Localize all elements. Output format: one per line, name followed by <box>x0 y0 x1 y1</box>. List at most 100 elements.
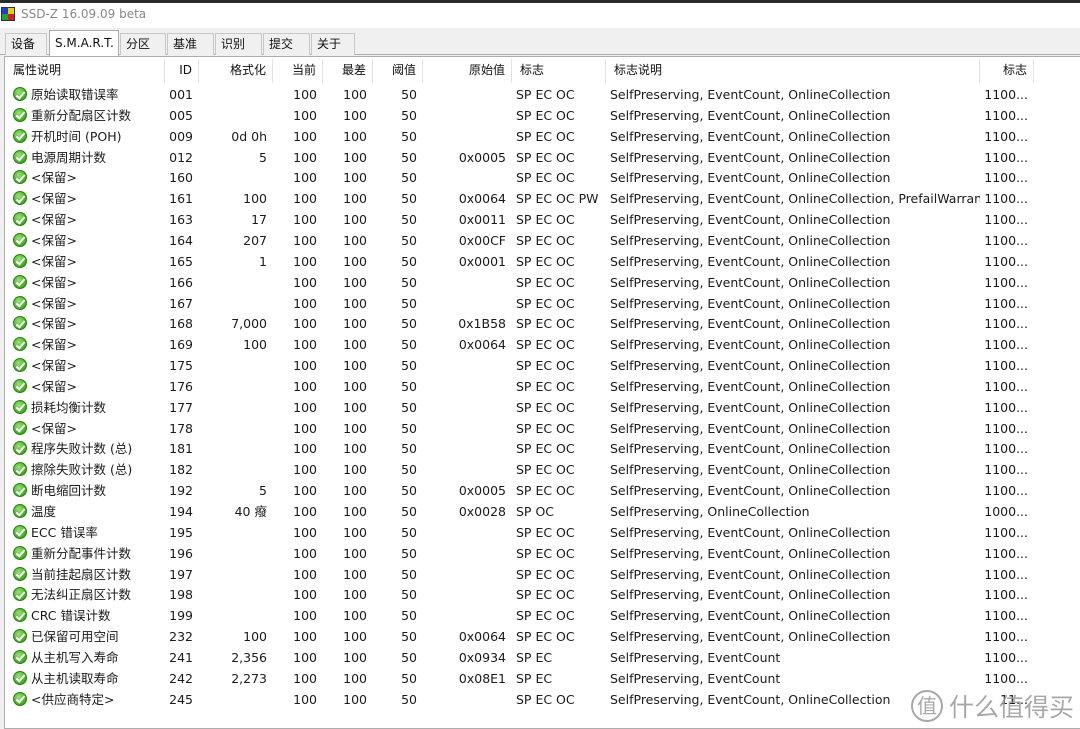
threshold-cell: 50 <box>401 128 417 144</box>
table-row[interactable]: 断电缩回计数 192 5 100 100 50 0x0005 SP EC OC SelfPres… <box>5 480 1080 501</box>
table-row[interactable]: 原始读取错误率 001 100 100 50 SP EC OC SelfPreserving… <box>5 84 1080 105</box>
flag-description-cell: SelfPreserving, EventCount, OnlineCollec… <box>610 253 891 269</box>
check-circle-icon <box>13 545 27 560</box>
worst-cell: 100 <box>343 87 367 102</box>
check-circle-icon <box>13 629 27 644</box>
table-row[interactable]: 温度 194 40 癈 100 100 50 0x0028 SP OC SelfPreservi… <box>5 501 1080 522</box>
attribute-cell: <保留> <box>31 420 77 436</box>
id-cell: 164 <box>169 232 193 248</box>
id-cell: 001 <box>169 87 193 102</box>
current-cell: 100 <box>293 629 317 645</box>
tab-partition[interactable]: 分区 <box>120 33 166 55</box>
col-flags-header[interactable]: 标志 <box>512 59 606 83</box>
raw-value-cell <box>423 84 512 105</box>
table-row[interactable]: 无法纠正扇区计数 198 100 100 50 SP EC OC SelfPreservin… <box>5 584 1080 605</box>
raw-value-cell <box>423 605 512 626</box>
table-row[interactable]: ECC 错误率 195 100 100 50 SP EC OC SelfPreserving… <box>5 522 1080 543</box>
flags-cell: SP EC OC PW <box>516 191 599 207</box>
flags-bits-cell: 1000... <box>984 504 1028 519</box>
threshold-cell: 50 <box>401 87 417 102</box>
tab-about[interactable]: 关于 <box>311 33 355 55</box>
flag-description-cell: SelfPreserving, EventCount, OnlineCollec… <box>610 87 891 102</box>
watermark-text: 什么值得买 <box>948 693 1074 722</box>
table-row[interactable]: 重新分配事件计数 196 100 100 50 SP EC OC SelfPreservin… <box>5 543 1080 564</box>
threshold-cell: 50 <box>401 545 417 561</box>
col-raw-value-header[interactable]: 原始值 <box>423 59 512 83</box>
threshold-cell: 50 <box>401 670 417 686</box>
attribute-cell: 断电缩回计数 <box>31 483 107 499</box>
id-cell: 161 <box>169 191 193 207</box>
flag-description-cell: SelfPreserving, EventCount, OnlineCollec… <box>610 545 891 561</box>
flags-bits-cell: 1100... <box>984 274 1028 290</box>
table-row[interactable]: CRC 错误计数 199 100 100 50 SP EC OC SelfPreservin… <box>5 605 1080 626</box>
table-row[interactable]: <保留> 161 100 100 100 50 0x0064 SP EC OC PW SelfP… <box>5 188 1080 209</box>
table-row[interactable]: 当前挂起扇区计数 197 100 100 50 SP EC OC SelfPreservin… <box>5 564 1080 585</box>
col-threshold-header[interactable]: 阈值 <box>373 59 423 83</box>
table-row[interactable]: <保留> 169 100 100 100 50 0x0064 SP EC OC SelfPres… <box>5 334 1080 355</box>
check-circle-icon <box>13 274 27 289</box>
table-row[interactable]: <保留> 178 100 100 50 SP EC OC SelfPreserving, E… <box>5 418 1080 439</box>
col-worst-header[interactable]: 最差 <box>323 59 373 83</box>
table-row[interactable]: 程序失败计数 (总) 181 100 100 50 SP EC OC SelfPreserv… <box>5 438 1080 459</box>
flags-bits-cell: 1100... <box>984 107 1028 123</box>
tab-benchmark[interactable]: 基准 <box>167 33 214 55</box>
worst-cell: 100 <box>343 378 367 394</box>
col-formatted-header[interactable]: 格式化 <box>199 59 273 83</box>
tab-device[interactable]: 设备 <box>5 33 47 55</box>
tab-identify[interactable]: 识别 <box>215 33 262 55</box>
check-circle-icon <box>13 566 27 581</box>
formatted-cell: 0d 0h <box>231 128 267 144</box>
col-id-header[interactable]: ID <box>165 59 199 83</box>
table-header: 属性说明 ID 格式化 当前 最差 阈值 原始值 标志 标志说明 标志 <box>5 59 1080 83</box>
col-attribute-header[interactable]: 属性说明 <box>5 59 165 83</box>
formatted-cell <box>199 584 273 605</box>
table-row[interactable]: 开机时间 (POH) 009 0d 0h 100 100 50 SP EC OC SelfPr… <box>5 126 1080 147</box>
raw-value-cell <box>423 293 512 314</box>
raw-value-cell <box>423 418 512 439</box>
check-circle-icon <box>13 253 27 268</box>
current-cell: 100 <box>293 670 317 686</box>
raw-value-cell <box>423 167 512 188</box>
formatted-cell: 2,356 <box>231 649 267 665</box>
table-row[interactable]: 已保留可用空间 232 100 100 100 50 0x0064 SP EC OC SelfP… <box>5 626 1080 647</box>
worst-cell: 100 <box>343 441 367 457</box>
table-row[interactable]: <保留> 166 100 100 50 SP EC OC SelfPreserving, E… <box>5 272 1080 293</box>
formatted-cell <box>199 355 273 376</box>
table-row[interactable]: <保留> 176 100 100 50 SP EC OC SelfPreserving, E… <box>5 376 1080 397</box>
threshold-cell: 50 <box>401 441 417 457</box>
flags-bits-cell: 1100... <box>984 191 1028 207</box>
worst-cell: 100 <box>343 170 367 186</box>
threshold-cell: 50 <box>401 274 417 290</box>
smart-panel: 属性说明 ID 格式化 当前 最差 阈值 原始值 标志 标志说明 标志 原始读取错误率 001 100… <box>4 56 1080 729</box>
worst-cell: 100 <box>343 629 367 645</box>
flags-cell: SP EC OC <box>516 545 575 561</box>
table-row[interactable]: 从主机读取寿命 242 2,273 100 100 50 0x08E1 SP EC SelfPr… <box>5 668 1080 689</box>
flag-description-cell: SelfPreserving, EventCount, OnlineCollec… <box>610 629 891 645</box>
table-row[interactable]: 重新分配扇区计数 005 100 100 50 SP EC OC SelfPreservin… <box>5 105 1080 126</box>
tab-submit[interactable]: 提交 <box>263 33 310 55</box>
flags-cell: SP EC OC <box>516 566 575 582</box>
attribute-cell: 原始读取错误率 <box>31 87 119 102</box>
tab-smart[interactable]: S.M.A.R.T. <box>49 30 119 56</box>
flags-bits-cell: 1100... <box>984 212 1028 228</box>
table-row[interactable]: <保留> 167 100 100 50 SP EC OC SelfPreserving, E… <box>5 293 1080 314</box>
table-row[interactable]: <保留> 168 7,000 100 100 50 0x1B58 SP EC OC SelfPr… <box>5 313 1080 334</box>
col-flag-description-header[interactable]: 标志说明 <box>606 59 980 83</box>
table-row[interactable]: 从主机写入寿命 241 2,356 100 100 50 0x0934 SP EC SelfPr… <box>5 647 1080 668</box>
table-row[interactable]: 电源周期计数 012 5 100 100 50 0x0005 SP EC OC SelfPres… <box>5 147 1080 168</box>
formatted-cell <box>199 376 273 397</box>
table-row[interactable]: 擦除失败计数 (总) 182 100 100 50 SP EC OC SelfPreserv… <box>5 459 1080 480</box>
check-circle-icon <box>13 232 27 247</box>
table-row[interactable]: <保留> 160 100 100 50 SP EC OC SelfPreserving, E… <box>5 167 1080 188</box>
worst-cell: 100 <box>343 504 367 519</box>
worst-cell: 100 <box>343 399 367 415</box>
col-current-header[interactable]: 当前 <box>273 59 323 83</box>
id-cell: 232 <box>169 629 193 645</box>
table-row[interactable]: 损耗均衡计数 177 100 100 50 SP EC OC SelfPreserving,… <box>5 397 1080 418</box>
flags-cell: SP EC OC <box>516 629 575 645</box>
col-flags-bits-header[interactable]: 标志 <box>980 59 1034 83</box>
table-row[interactable]: <保留> 175 100 100 50 SP EC OC SelfPreserving, E… <box>5 355 1080 376</box>
table-row[interactable]: <保留> 165 1 100 100 50 0x0001 SP EC OC SelfPreser… <box>5 251 1080 272</box>
table-row[interactable]: <保留> 164 207 100 100 50 0x00CF SP EC OC SelfPres… <box>5 230 1080 251</box>
table-row[interactable]: <保留> 163 17 100 100 50 0x0011 SP EC OC SelfPrese… <box>5 209 1080 230</box>
